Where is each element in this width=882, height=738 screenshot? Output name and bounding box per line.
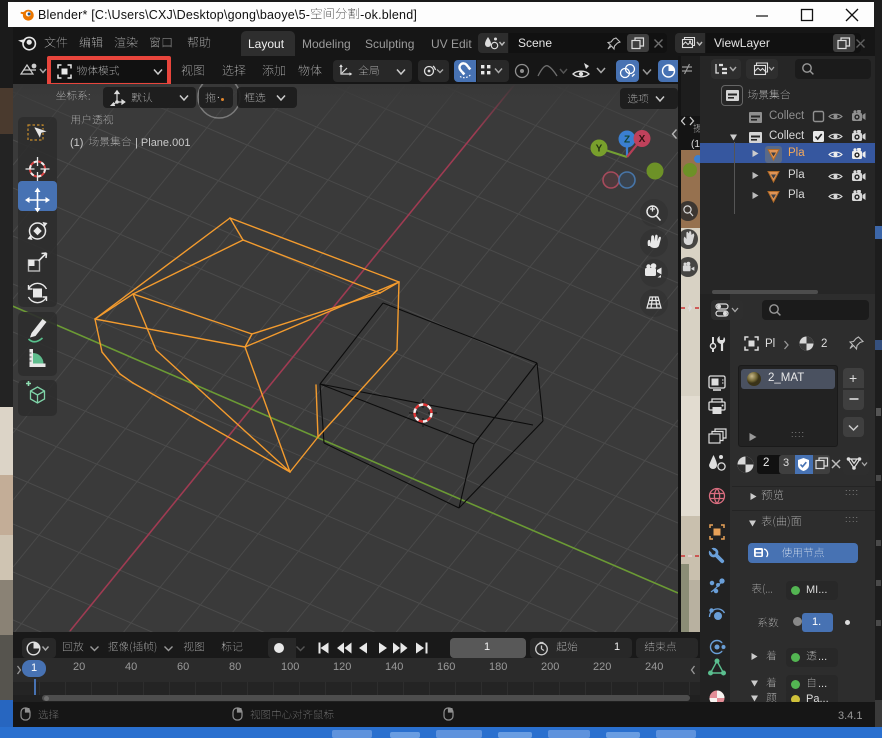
svg-text:Z: Z <box>624 135 630 146</box>
svg-text:X: X <box>639 134 646 145</box>
svg-text:Y: Y <box>596 144 603 155</box>
